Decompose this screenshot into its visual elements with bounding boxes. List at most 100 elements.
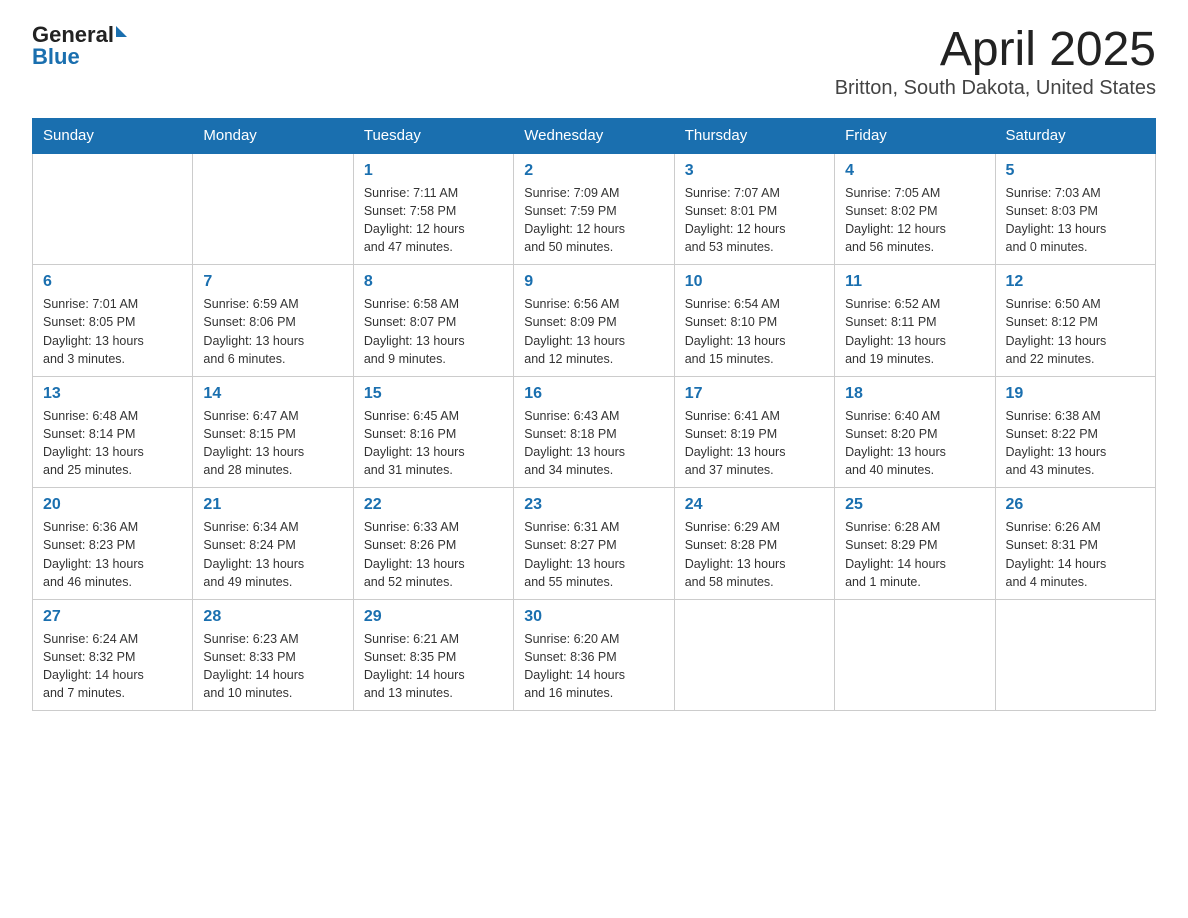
cell-date-number: 8 — [364, 273, 503, 291]
calendar-cell: 11 Sunrise: 6:52 AM Sunset: 8:11 PM Dayli… — [835, 265, 995, 377]
calendar-cell: 14 Sunrise: 6:47 AM Sunset: 8:15 PM Dayli… — [193, 376, 353, 488]
calendar-week-3: 13 Sunrise: 6:48 AM Sunset: 8:14 PM Dayli… — [33, 376, 1156, 488]
cell-date-number: 30 — [524, 608, 663, 626]
weekday-header-monday: Monday — [193, 118, 353, 153]
calendar-cell: 17 Sunrise: 6:41 AM Sunset: 8:19 PM Dayli… — [674, 376, 834, 488]
calendar-week-5: 27 Sunrise: 6:24 AM Sunset: 8:32 PM Dayli… — [33, 599, 1156, 711]
calendar-table: SundayMondayTuesdayWednesdayThursdayFrid… — [32, 118, 1156, 712]
cell-info-text: Sunrise: 6:26 AM Sunset: 8:31 PM Dayligh… — [1006, 518, 1145, 591]
cell-info-text: Sunrise: 6:54 AM Sunset: 8:10 PM Dayligh… — [685, 295, 824, 368]
calendar-cell: 22 Sunrise: 6:33 AM Sunset: 8:26 PM Dayli… — [353, 488, 513, 600]
cell-info-text: Sunrise: 6:23 AM Sunset: 8:33 PM Dayligh… — [203, 630, 342, 703]
cell-date-number: 10 — [685, 273, 824, 291]
cell-info-text: Sunrise: 6:31 AM Sunset: 8:27 PM Dayligh… — [524, 518, 663, 591]
cell-date-number: 25 — [845, 496, 984, 514]
weekday-header-thursday: Thursday — [674, 118, 834, 153]
cell-date-number: 9 — [524, 273, 663, 291]
calendar-cell — [193, 153, 353, 265]
cell-info-text: Sunrise: 6:58 AM Sunset: 8:07 PM Dayligh… — [364, 295, 503, 368]
cell-date-number: 4 — [845, 162, 984, 180]
calendar-cell: 28 Sunrise: 6:23 AM Sunset: 8:33 PM Dayli… — [193, 599, 353, 711]
weekday-header-sunday: Sunday — [33, 118, 193, 153]
cell-info-text: Sunrise: 6:29 AM Sunset: 8:28 PM Dayligh… — [685, 518, 824, 591]
calendar-cell: 4 Sunrise: 7:05 AM Sunset: 8:02 PM Daylig… — [835, 153, 995, 265]
cell-info-text: Sunrise: 6:59 AM Sunset: 8:06 PM Dayligh… — [203, 295, 342, 368]
cell-date-number: 29 — [364, 608, 503, 626]
cell-date-number: 7 — [203, 273, 342, 291]
calendar-subtitle: Britton, South Dakota, United States — [835, 77, 1156, 100]
cell-info-text: Sunrise: 6:28 AM Sunset: 8:29 PM Dayligh… — [845, 518, 984, 591]
calendar-title: April 2025 — [835, 24, 1156, 77]
cell-date-number: 16 — [524, 385, 663, 403]
cell-info-text: Sunrise: 6:33 AM Sunset: 8:26 PM Dayligh… — [364, 518, 503, 591]
logo-general-text: General — [32, 24, 114, 46]
calendar-week-1: 1 Sunrise: 7:11 AM Sunset: 7:58 PM Daylig… — [33, 153, 1156, 265]
calendar-cell: 7 Sunrise: 6:59 AM Sunset: 8:06 PM Daylig… — [193, 265, 353, 377]
cell-date-number: 2 — [524, 162, 663, 180]
cell-date-number: 19 — [1006, 385, 1145, 403]
cell-info-text: Sunrise: 6:47 AM Sunset: 8:15 PM Dayligh… — [203, 407, 342, 480]
calendar-cell: 10 Sunrise: 6:54 AM Sunset: 8:10 PM Dayli… — [674, 265, 834, 377]
cell-info-text: Sunrise: 7:05 AM Sunset: 8:02 PM Dayligh… — [845, 184, 984, 257]
calendar-cell — [835, 599, 995, 711]
calendar-cell: 27 Sunrise: 6:24 AM Sunset: 8:32 PM Dayli… — [33, 599, 193, 711]
weekday-header-saturday: Saturday — [995, 118, 1155, 153]
cell-date-number: 6 — [43, 273, 182, 291]
cell-info-text: Sunrise: 6:48 AM Sunset: 8:14 PM Dayligh… — [43, 407, 182, 480]
cell-info-text: Sunrise: 7:03 AM Sunset: 8:03 PM Dayligh… — [1006, 184, 1145, 257]
cell-date-number: 13 — [43, 385, 182, 403]
calendar-cell: 2 Sunrise: 7:09 AM Sunset: 7:59 PM Daylig… — [514, 153, 674, 265]
calendar-cell: 19 Sunrise: 6:38 AM Sunset: 8:22 PM Dayli… — [995, 376, 1155, 488]
cell-date-number: 1 — [364, 162, 503, 180]
cell-info-text: Sunrise: 6:40 AM Sunset: 8:20 PM Dayligh… — [845, 407, 984, 480]
cell-date-number: 15 — [364, 385, 503, 403]
cell-info-text: Sunrise: 6:50 AM Sunset: 8:12 PM Dayligh… — [1006, 295, 1145, 368]
cell-date-number: 3 — [685, 162, 824, 180]
cell-info-text: Sunrise: 6:36 AM Sunset: 8:23 PM Dayligh… — [43, 518, 182, 591]
cell-date-number: 26 — [1006, 496, 1145, 514]
cell-date-number: 11 — [845, 273, 984, 291]
calendar-cell: 25 Sunrise: 6:28 AM Sunset: 8:29 PM Dayli… — [835, 488, 995, 600]
cell-info-text: Sunrise: 6:24 AM Sunset: 8:32 PM Dayligh… — [43, 630, 182, 703]
cell-date-number: 27 — [43, 608, 182, 626]
cell-date-number: 21 — [203, 496, 342, 514]
calendar-header: SundayMondayTuesdayWednesdayThursdayFrid… — [33, 118, 1156, 153]
calendar-cell: 3 Sunrise: 7:07 AM Sunset: 8:01 PM Daylig… — [674, 153, 834, 265]
calendar-cell: 29 Sunrise: 6:21 AM Sunset: 8:35 PM Dayli… — [353, 599, 513, 711]
cell-date-number: 23 — [524, 496, 663, 514]
cell-info-text: Sunrise: 6:45 AM Sunset: 8:16 PM Dayligh… — [364, 407, 503, 480]
calendar-cell — [674, 599, 834, 711]
cell-info-text: Sunrise: 6:43 AM Sunset: 8:18 PM Dayligh… — [524, 407, 663, 480]
cell-info-text: Sunrise: 6:38 AM Sunset: 8:22 PM Dayligh… — [1006, 407, 1145, 480]
calendar-cell: 12 Sunrise: 6:50 AM Sunset: 8:12 PM Dayli… — [995, 265, 1155, 377]
logo-blue-text: Blue — [32, 46, 80, 68]
weekday-header-friday: Friday — [835, 118, 995, 153]
cell-info-text: Sunrise: 6:41 AM Sunset: 8:19 PM Dayligh… — [685, 407, 824, 480]
weekday-header-wednesday: Wednesday — [514, 118, 674, 153]
calendar-cell: 5Sunrise: 7:03 AM Sunset: 8:03 PM Daylig… — [995, 153, 1155, 265]
cell-info-text: Sunrise: 6:34 AM Sunset: 8:24 PM Dayligh… — [203, 518, 342, 591]
cell-date-number: 17 — [685, 385, 824, 403]
calendar-cell: 23 Sunrise: 6:31 AM Sunset: 8:27 PM Dayli… — [514, 488, 674, 600]
cell-info-text: Sunrise: 7:09 AM Sunset: 7:59 PM Dayligh… — [524, 184, 663, 257]
calendar-cell: 24 Sunrise: 6:29 AM Sunset: 8:28 PM Dayli… — [674, 488, 834, 600]
cell-date-number: 22 — [364, 496, 503, 514]
page-header: General Blue April 2025 Britton, South D… — [32, 24, 1156, 100]
calendar-cell — [995, 599, 1155, 711]
logo-triangle-icon — [116, 26, 127, 37]
cell-info-text: Sunrise: 7:11 AM Sunset: 7:58 PM Dayligh… — [364, 184, 503, 257]
cell-info-text: Sunrise: 6:21 AM Sunset: 8:35 PM Dayligh… — [364, 630, 503, 703]
cell-date-number: 28 — [203, 608, 342, 626]
calendar-cell — [33, 153, 193, 265]
cell-date-number: 18 — [845, 385, 984, 403]
cell-info-text: Sunrise: 6:52 AM Sunset: 8:11 PM Dayligh… — [845, 295, 984, 368]
calendar-body: 1 Sunrise: 7:11 AM Sunset: 7:58 PM Daylig… — [33, 153, 1156, 711]
cell-info-text: Sunrise: 6:20 AM Sunset: 8:36 PM Dayligh… — [524, 630, 663, 703]
calendar-week-2: 6 Sunrise: 7:01 AM Sunset: 8:05 PM Daylig… — [33, 265, 1156, 377]
cell-date-number: 24 — [685, 496, 824, 514]
cell-date-number: 12 — [1006, 273, 1145, 291]
cell-info-text: Sunrise: 7:01 AM Sunset: 8:05 PM Dayligh… — [43, 295, 182, 368]
cell-info-text: Sunrise: 7:07 AM Sunset: 8:01 PM Dayligh… — [685, 184, 824, 257]
cell-date-number: 14 — [203, 385, 342, 403]
calendar-cell: 16 Sunrise: 6:43 AM Sunset: 8:18 PM Dayli… — [514, 376, 674, 488]
